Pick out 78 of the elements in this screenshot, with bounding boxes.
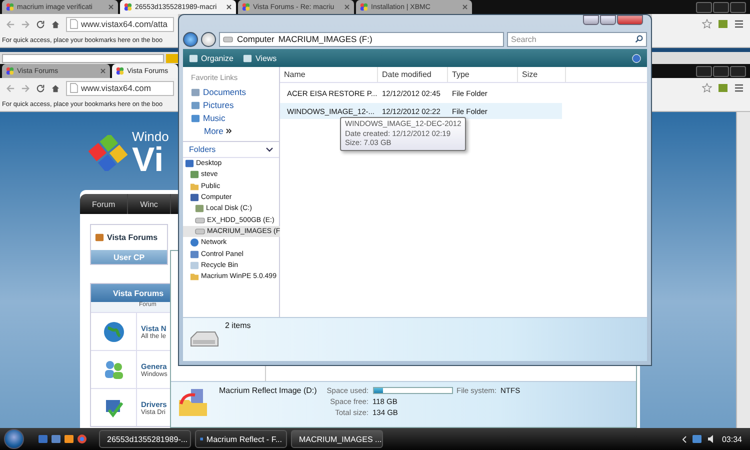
favorite-link[interactable]: Documents xyxy=(183,86,279,99)
minimize-button[interactable] xyxy=(583,15,599,25)
folder-restore-icon xyxy=(177,386,209,418)
browser-icon[interactable] xyxy=(77,434,87,444)
close-button[interactable] xyxy=(617,15,643,25)
taskbar-button[interactable]: 26553d1355281989-... xyxy=(99,430,191,448)
double-chevron-icon xyxy=(226,128,232,134)
breadcrumb-item[interactable]: MACRIUM_IMAGES (F:) xyxy=(278,34,372,44)
star-icon[interactable] xyxy=(702,19,712,29)
logo-wordmark: Vi xyxy=(132,142,164,176)
taskbar-button[interactable]: MACRIUM_IMAGES ... xyxy=(291,430,383,448)
taskbar-button[interactable]: Macrium Reflect - F... xyxy=(195,430,287,448)
nav-tab[interactable]: Winc xyxy=(128,194,171,214)
forward-arrow-icon[interactable] xyxy=(21,20,30,28)
people-icon xyxy=(102,360,124,380)
favicon-icon xyxy=(6,3,14,11)
close-button[interactable] xyxy=(730,2,746,13)
breadcrumb-item[interactable]: Computer xyxy=(237,34,274,44)
favorite-link[interactable]: Pictures xyxy=(183,99,279,112)
column-header[interactable]: Size xyxy=(518,67,566,82)
address-field[interactable]: www.vistax64.com xyxy=(66,80,174,96)
forward-button[interactable] xyxy=(201,32,216,46)
star-icon[interactable] xyxy=(702,83,712,93)
scrollbar[interactable] xyxy=(736,112,750,428)
maximize-button[interactable] xyxy=(600,15,616,25)
search-field[interactable]: Search xyxy=(507,32,647,46)
logo-text: Windo xyxy=(132,130,169,142)
toolbar-button[interactable]: Views xyxy=(243,54,277,62)
back-arrow-icon[interactable] xyxy=(6,20,15,28)
minimize-button[interactable] xyxy=(696,2,712,13)
column-header[interactable]: Type xyxy=(448,67,518,82)
favicon-icon xyxy=(242,3,250,11)
toolbar-button[interactable]: Organize xyxy=(189,54,234,62)
folder-icon xyxy=(190,182,199,191)
back-button[interactable] xyxy=(183,32,198,46)
close-icon[interactable] xyxy=(108,4,114,10)
maximize-button[interactable] xyxy=(713,66,729,77)
page-icon xyxy=(70,83,78,93)
column-header[interactable]: Date modified xyxy=(378,67,448,82)
reload-icon[interactable] xyxy=(36,20,45,28)
close-icon[interactable] xyxy=(462,4,468,10)
maximize-button[interactable] xyxy=(713,2,729,13)
folders-header[interactable]: Folders xyxy=(183,141,279,158)
search-icon[interactable] xyxy=(635,35,643,43)
close-button[interactable] xyxy=(730,66,746,77)
favorite-link[interactable]: Music xyxy=(183,112,279,125)
favicon-icon xyxy=(360,3,368,11)
favicon-icon xyxy=(116,67,124,75)
chevron-down-icon xyxy=(266,147,273,152)
drive-icon xyxy=(189,330,219,348)
address-field[interactable]: www.vistax64.com/atta xyxy=(66,16,174,32)
start-button[interactable] xyxy=(4,429,24,449)
favicon-icon xyxy=(124,3,132,11)
column-header[interactable]: Name xyxy=(280,67,378,82)
drive-name: Macrium Reflect Image (D:) xyxy=(219,386,317,397)
chevron-left-icon[interactable] xyxy=(682,436,687,442)
folder-icon xyxy=(190,272,199,282)
breadcrumb-bar[interactable]: Computer MACRIUM_IMAGES (F:) xyxy=(219,32,504,46)
windows-flag-logo xyxy=(88,135,128,171)
driver-icon xyxy=(104,398,124,418)
minimize-button[interactable] xyxy=(696,66,712,77)
drive-icon xyxy=(223,36,233,42)
nav-tab[interactable]: Forum xyxy=(80,194,128,214)
page-icon xyxy=(70,19,78,29)
close-icon[interactable] xyxy=(100,68,106,74)
close-icon[interactable] xyxy=(344,4,350,10)
item-count: 2 items xyxy=(224,321,252,330)
search-field[interactable] xyxy=(2,54,164,62)
menu-icon[interactable] xyxy=(734,19,744,29)
reload-icon[interactable] xyxy=(36,84,45,92)
clock[interactable]: 03:34 xyxy=(722,434,742,444)
close-icon[interactable] xyxy=(226,4,232,10)
forward-arrow-icon[interactable] xyxy=(21,84,30,92)
menu-icon[interactable] xyxy=(734,83,744,93)
favicon-icon xyxy=(6,67,14,75)
back-arrow-icon[interactable] xyxy=(6,84,15,92)
more-link[interactable]: More xyxy=(183,125,279,138)
site-title: Vista Forums xyxy=(107,233,158,242)
